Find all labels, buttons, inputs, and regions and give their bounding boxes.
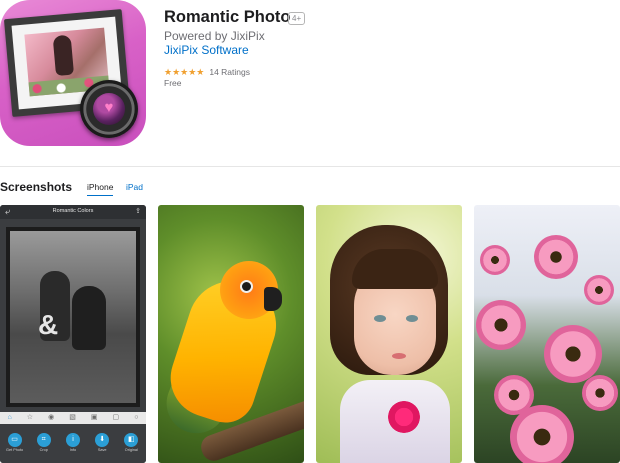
app-title: Romantic Photo [164, 8, 291, 26]
circle-outline-icon: ○ [134, 414, 139, 421]
star-rating-icon: ★★★★★ [164, 67, 205, 77]
tab-iphone[interactable]: iPhone [87, 182, 114, 196]
crop-icon: ⌗ [36, 433, 51, 447]
portrait-icon: ▣ [90, 414, 98, 421]
app-subtitle: Powered by JixiPix [164, 29, 265, 43]
share-icon: ⇪ [135, 208, 141, 215]
layers-icon: ▧ [69, 414, 76, 421]
home-icon: ⌂ [7, 414, 12, 421]
screenshot-1[interactable]: ⤶ Romantic Colors ⇪ & ⌂ ☆ ◉ ▧ ▣ ▢ ○ ▭ Ge… [0, 205, 146, 463]
screenshot-app-title: Romantic Colors [52, 208, 94, 214]
photo-icon: ▭ [7, 433, 22, 447]
rating-row: ★★★★★ 14 Ratings [164, 66, 250, 78]
info-icon: i [65, 433, 80, 447]
get-photo-button: ▭ Get Photo [4, 427, 26, 463]
tab-ipad[interactable]: iPad [126, 182, 143, 192]
ratings-count: 14 Ratings [209, 67, 250, 77]
original-icon: ◧ [124, 433, 139, 447]
screenshot-bottom-bar: ▭ Get Photo ⌗ Crop i Info ⬇ Save ◧ Origi… [0, 427, 146, 463]
frame-icon: ▢ [112, 414, 120, 421]
price-label: Free [164, 78, 182, 88]
camera-lens-icon: ♥ [80, 80, 138, 138]
screenshot-app-header: ⤶ Romantic Colors ⇪ [0, 205, 146, 219]
info-button: i Info [62, 427, 84, 463]
screenshot-3[interactable] [316, 205, 462, 463]
circle-icon: ◉ [48, 414, 55, 421]
age-rating-badge: 4+ [288, 12, 306, 25]
screenshot-4[interactable] [474, 205, 620, 463]
screenshot-toolbar: ⌂ ☆ ◉ ▧ ▣ ▢ ○ [0, 412, 146, 424]
screenshot-2[interactable] [158, 205, 304, 463]
save-icon: ⬇ [95, 433, 110, 447]
star-icon: ☆ [26, 414, 34, 421]
screenshot-photo-frame: & [6, 227, 140, 407]
screenshots-heading: Screenshots [0, 180, 73, 194]
developer-link[interactable]: JixiPix Software [164, 43, 249, 57]
divider [0, 166, 620, 167]
original-button: ◧ Original [120, 427, 142, 463]
crop-button: ⌗ Crop [33, 427, 55, 463]
heart-icon: ♥ [104, 99, 114, 116]
save-button: ⬇ Save [91, 427, 113, 463]
couple-photo: & [10, 231, 136, 403]
app-icon: ♥ [0, 0, 146, 146]
